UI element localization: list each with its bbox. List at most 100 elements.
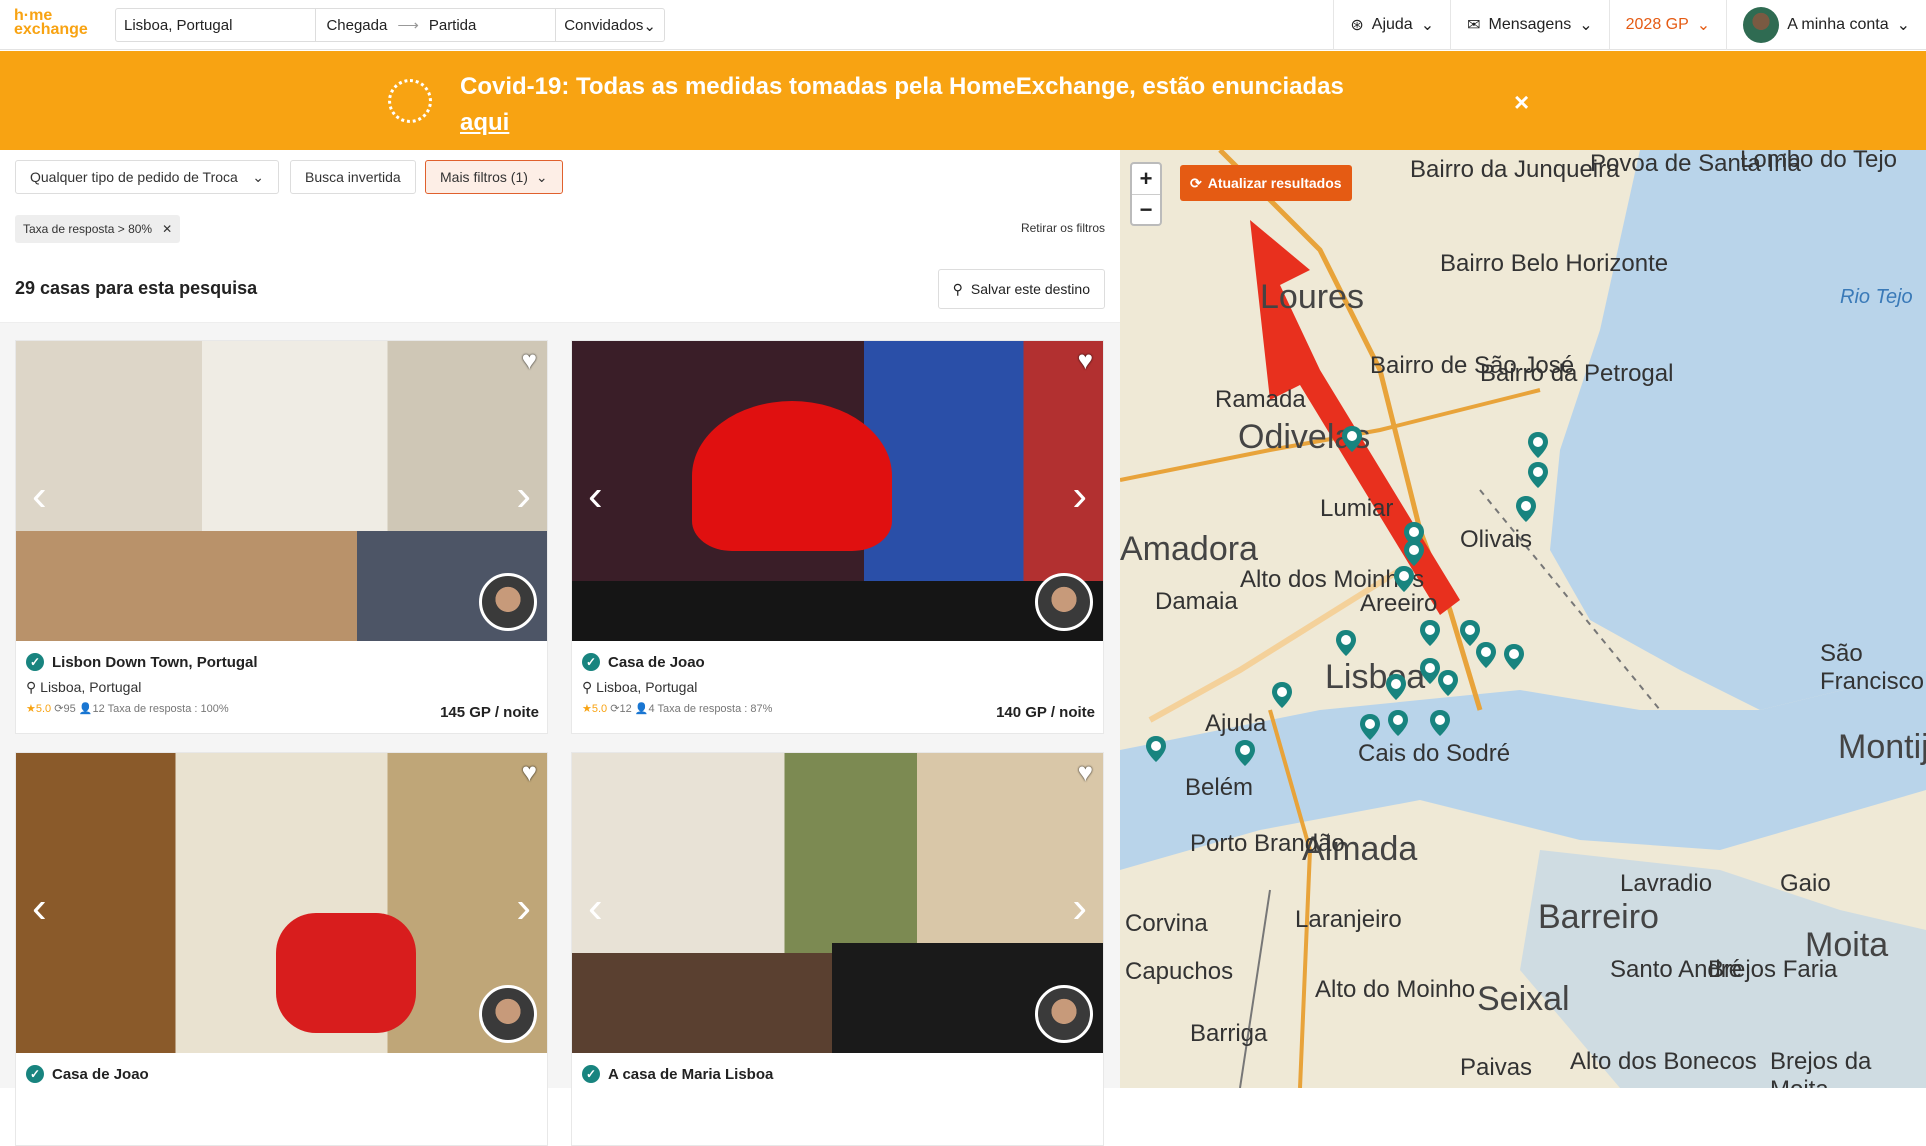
- heart-icon[interactable]: ♥: [522, 345, 537, 376]
- host-avatar: [1035, 573, 1093, 631]
- listing-title[interactable]: A casa de Maria Lisboa: [608, 1066, 773, 1083]
- verified-icon: ✓: [26, 653, 44, 671]
- listing-title[interactable]: Casa de Joao: [608, 654, 705, 671]
- map-label: Olivais: [1460, 526, 1533, 553]
- heart-icon[interactable]: ♥: [1078, 345, 1093, 376]
- destination-input[interactable]: Lisboa, Portugal: [116, 9, 317, 41]
- logo-line2: exchange: [14, 21, 88, 38]
- listing-pin[interactable]: [1272, 682, 1292, 708]
- listing-pin[interactable]: [1394, 566, 1414, 592]
- guests-label: Convidados: [564, 17, 644, 34]
- listing-pin[interactable]: [1386, 674, 1406, 700]
- listing-pin[interactable]: [1235, 740, 1255, 766]
- river-tejo-north: [1550, 150, 1926, 710]
- chevron-left-icon[interactable]: ‹: [32, 883, 47, 933]
- verified-icon: ✓: [26, 1065, 44, 1083]
- listing-pin[interactable]: [1404, 540, 1424, 566]
- map-label: Paivas: [1460, 1054, 1533, 1081]
- zoom-in-button[interactable]: +: [1132, 164, 1160, 194]
- zoom-out-button[interactable]: −: [1132, 194, 1160, 224]
- save-destination-button[interactable]: ⚲ Salvar este destino: [937, 269, 1105, 309]
- more-filters-button[interactable]: Mais filtros (1) ⌄: [425, 160, 563, 194]
- account-menu[interactable]: A minha conta ⌄: [1726, 0, 1926, 50]
- listing-pin[interactable]: [1504, 644, 1524, 670]
- response-rate: Taxa de resposta : 100%: [107, 703, 229, 715]
- listing-card[interactable]: ♥ ‹ › ✓ Lisbon Down Town, Portugal ⚲ Lisb…: [15, 340, 548, 734]
- listing-pin[interactable]: [1476, 642, 1496, 668]
- listing-title[interactable]: Lisbon Down Town, Portugal: [52, 654, 258, 671]
- map-label: São Francisco: [1820, 640, 1925, 695]
- listing-photo[interactable]: ♥ ‹ ›: [16, 341, 547, 641]
- red-chair: [692, 401, 892, 551]
- heart-icon[interactable]: ♥: [522, 757, 537, 788]
- listing-pin[interactable]: [1430, 710, 1450, 736]
- chevron-down-icon: ⌄: [1579, 17, 1593, 34]
- listing-photo[interactable]: ♥ ‹ ›: [572, 341, 1103, 641]
- homeexchange-logo[interactable]: h·me exchange: [14, 8, 88, 38]
- chevron-right-icon[interactable]: ›: [1072, 883, 1087, 933]
- listing-title[interactable]: Casa de Joao: [52, 1066, 149, 1083]
- listing-location: Lisboa, Portugal: [596, 679, 698, 695]
- chevron-down-icon: ⌄: [252, 168, 264, 185]
- map-label: Loures: [1260, 278, 1364, 316]
- close-icon[interactable]: ✕: [162, 222, 172, 236]
- listing-card[interactable]: ♥ ‹ › ✓ A casa de Maria Lisboa: [571, 752, 1104, 1146]
- guest-points-menu[interactable]: 2028 GP ⌄: [1608, 0, 1727, 50]
- map-label: Lavradio: [1620, 870, 1713, 897]
- map-label: Porto Brandão: [1190, 830, 1345, 857]
- close-icon[interactable]: ×: [1514, 87, 1529, 118]
- listing-pin[interactable]: [1336, 630, 1356, 656]
- verified-icon: ✓: [582, 1065, 600, 1083]
- chevron-right-icon[interactable]: ›: [1072, 471, 1087, 521]
- listing-pin[interactable]: [1388, 710, 1408, 736]
- listing-pin[interactable]: [1438, 670, 1458, 696]
- messages-menu[interactable]: ✉ Mensagens ⌄: [1450, 0, 1609, 50]
- date-range-input[interactable]: Chegada ⟶ Partida: [316, 9, 557, 41]
- chevron-left-icon[interactable]: ‹: [32, 471, 47, 521]
- listing-pin[interactable]: [1420, 620, 1440, 646]
- map-label: Lombo do Tejo: [1740, 150, 1898, 173]
- update-results-button[interactable]: ⟳ Atualizar resultados: [1180, 165, 1352, 201]
- listing-card[interactable]: ♥ ‹ › ✓ Casa de Joao ⚲ Lisboa, Portugal ★…: [571, 340, 1104, 734]
- map-label: Brejos da Moita: [1770, 1048, 1872, 1088]
- map-label: Lisboa: [1325, 658, 1426, 696]
- map-label: Rio Tejo: [1840, 286, 1913, 308]
- map-label: Amadora: [1120, 530, 1258, 568]
- remove-filters-link[interactable]: Retirar os filtros: [1021, 221, 1105, 235]
- map-label: Lumiar: [1320, 495, 1394, 522]
- listing-pin[interactable]: [1528, 462, 1548, 488]
- map-panel[interactable]: Bairro da Junqueira Povoa de Santa Iria …: [1120, 150, 1926, 1088]
- chevron-left-icon[interactable]: ‹: [588, 883, 603, 933]
- host-avatar: [1035, 985, 1093, 1043]
- map-label: Bairro da Junqueira: [1410, 156, 1620, 183]
- chevron-right-icon[interactable]: ›: [516, 883, 531, 933]
- map-label: Barreiro: [1538, 898, 1659, 936]
- listing-card[interactable]: ♥ ‹ › ✓ Casa de Joao: [15, 752, 548, 1146]
- floor: [572, 581, 1103, 641]
- location-pin-icon: ⚲: [582, 679, 593, 695]
- chevron-left-icon[interactable]: ‹: [588, 471, 603, 521]
- exchange-type-select[interactable]: Qualquer tipo de pedido de Troca ⌄: [15, 160, 279, 194]
- chevron-right-icon[interactable]: ›: [516, 471, 531, 521]
- zoom-control: + −: [1130, 162, 1162, 226]
- heart-icon[interactable]: ♥: [1078, 757, 1093, 788]
- listing-pin[interactable]: [1360, 714, 1380, 740]
- listing-photo[interactable]: ♥ ‹ ›: [572, 753, 1103, 1053]
- guests-icon: 👤: [634, 703, 649, 715]
- update-results-label: Atualizar resultados: [1207, 175, 1342, 191]
- reviews-count: 95: [63, 703, 76, 715]
- listing-photo[interactable]: ♥ ‹ ›: [16, 753, 547, 1053]
- lifebuoy-icon: ⊛: [1350, 17, 1364, 34]
- top-header: h·me exchange Lisboa, Portugal Chegada ⟶…: [0, 0, 1926, 50]
- listing-location: Lisboa, Portugal: [40, 679, 142, 695]
- listing-pin[interactable]: [1516, 496, 1536, 522]
- listing-pin[interactable]: [1342, 426, 1362, 452]
- listing-pin[interactable]: [1420, 658, 1440, 684]
- guests-select[interactable]: Convidados ⌄: [556, 9, 664, 41]
- verified-icon: ✓: [582, 653, 600, 671]
- reverse-search-button[interactable]: Busca invertida: [290, 160, 416, 194]
- listing-pin[interactable]: [1528, 432, 1548, 458]
- listing-pin[interactable]: [1146, 736, 1166, 762]
- help-menu[interactable]: ⊛ Ajuda ⌄: [1333, 0, 1450, 50]
- banner-link[interactable]: aqui: [460, 109, 509, 136]
